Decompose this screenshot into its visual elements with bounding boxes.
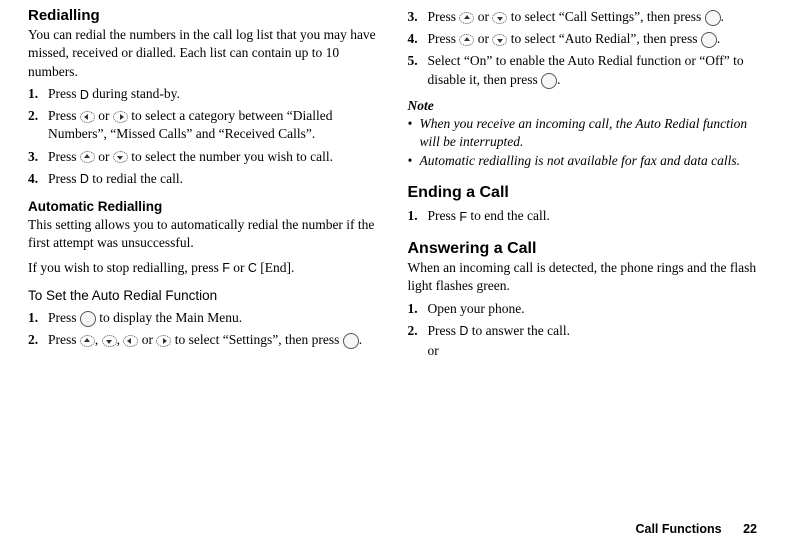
step-number: 1.	[408, 207, 428, 225]
ending-call-steps: 1. Press F to end the call.	[408, 207, 758, 225]
step-3: 3. Press or to select “Call Settings”, t…	[408, 8, 758, 26]
step-number: 2.	[408, 322, 428, 360]
auto-redial-intro-2: If you wish to stop redialling, press F …	[28, 259, 378, 277]
step-number: 1.	[28, 85, 48, 103]
nav-left-icon	[80, 111, 95, 123]
step-body: Press F to end the call.	[428, 207, 758, 225]
bullet-icon: •	[408, 115, 420, 151]
step-2: 2. Press or to select a category between…	[28, 107, 378, 143]
heading-auto-redial: Automatic Redialling	[28, 198, 378, 216]
step-number: 3.	[408, 8, 428, 26]
step-4: 4. Press D to redial the call.	[28, 170, 378, 188]
right-column: 3. Press or to select “Call Settings”, t…	[408, 4, 758, 360]
nav-left-icon	[123, 335, 138, 347]
step-number: 5.	[408, 52, 428, 88]
nav-right-icon	[156, 335, 171, 347]
heading-ending-call: Ending a Call	[408, 182, 758, 204]
step-number: 3.	[28, 148, 48, 166]
f-key-icon: F	[459, 211, 467, 224]
step-5: 5. Select “On” to enable the Auto Redial…	[408, 52, 758, 88]
step-body: Press , , or to select “Settings”, then …	[48, 331, 378, 349]
redialling-intro: You can redial the numbers in the call l…	[28, 26, 378, 81]
footer-page-number: 22	[743, 522, 757, 536]
step-1: 1. Press D during stand-by.	[28, 85, 378, 103]
note-heading: Note	[408, 97, 758, 115]
nav-down-icon	[102, 335, 117, 347]
nav-up-icon	[459, 34, 474, 46]
step-body: Press or to select “Auto Redial”, then p…	[428, 30, 758, 48]
d-key-icon: D	[80, 173, 89, 186]
answering-steps: 1. Open your phone. 2. Press D to answer…	[408, 300, 758, 361]
step-number: 1.	[408, 300, 428, 318]
c-key-icon: C	[248, 262, 257, 275]
step-1: 1. Open your phone.	[408, 300, 758, 318]
page-footer: Call Functions 22	[635, 521, 757, 538]
redialling-steps: 1. Press D during stand-by. 2. Press or …	[28, 85, 378, 188]
auto-redial-intro-1: This setting allows you to automatically…	[28, 216, 378, 252]
center-key-icon	[701, 32, 717, 48]
nav-down-icon	[492, 34, 507, 46]
or-text: or	[428, 342, 758, 360]
footer-section-label: Call Functions	[635, 522, 721, 536]
step-body: Press D to redial the call.	[48, 170, 378, 188]
bullet-icon: •	[408, 152, 420, 170]
heading-to-set: To Set the Auto Redial Function	[28, 287, 378, 305]
step-body: Press to display the Main Menu.	[48, 309, 378, 327]
step-4: 4. Press or to select “Auto Redial”, the…	[408, 30, 758, 48]
nav-down-icon	[113, 151, 128, 163]
step-body: Press or to select a category between “D…	[48, 107, 378, 143]
center-key-icon	[343, 333, 359, 349]
step-number: 2.	[28, 107, 48, 143]
note-list: • When you receive an incoming call, the…	[408, 115, 758, 170]
nav-up-icon	[459, 12, 474, 24]
note-text: Automatic redialling is not available fo…	[420, 152, 740, 170]
step-body: Press or to select the number you wish t…	[48, 148, 378, 166]
nav-up-icon	[80, 335, 95, 347]
step-body: Press D to answer the call. or	[428, 322, 758, 360]
step-number: 4.	[28, 170, 48, 188]
step-1: 1. Press F to end the call.	[408, 207, 758, 225]
step-number: 2.	[28, 331, 48, 349]
step-body: Open your phone.	[428, 300, 758, 318]
heading-answering-call: Answering a Call	[408, 238, 758, 260]
step-body: Press or to select “Call Settings”, then…	[428, 8, 758, 26]
d-key-icon: D	[80, 89, 89, 102]
nav-right-icon	[113, 111, 128, 123]
step-body: Select “On” to enable the Auto Redial fu…	[428, 52, 758, 88]
step-body: Press D during stand-by.	[48, 85, 378, 103]
center-key-icon	[705, 10, 721, 26]
center-key-icon	[541, 73, 557, 89]
heading-redialling: Redialling	[28, 6, 378, 26]
step-number: 4.	[408, 30, 428, 48]
nav-up-icon	[80, 151, 95, 163]
note-item: • When you receive an incoming call, the…	[408, 115, 758, 151]
left-column: Redialling You can redial the numbers in…	[28, 4, 378, 360]
f-key-icon: F	[222, 262, 230, 275]
note-item: • Automatic redialling is not available …	[408, 152, 758, 170]
step-2: 2. Press D to answer the call. or	[408, 322, 758, 360]
step-1: 1. Press to display the Main Menu.	[28, 309, 378, 327]
content-columns: Redialling You can redial the numbers in…	[28, 4, 757, 360]
auto-redial-steps: 1. Press to display the Main Menu. 2. Pr…	[28, 309, 378, 349]
note-text: When you receive an incoming call, the A…	[420, 115, 758, 151]
step-3: 3. Press or to select the number you wis…	[28, 148, 378, 166]
step-number: 1.	[28, 309, 48, 327]
answering-intro: When an incoming call is detected, the p…	[408, 259, 758, 295]
center-key-icon	[80, 311, 96, 327]
step-2: 2. Press , , or to select “Settings”, th…	[28, 331, 378, 349]
nav-down-icon	[492, 12, 507, 24]
auto-redial-steps-cont: 3. Press or to select “Call Settings”, t…	[408, 8, 758, 89]
